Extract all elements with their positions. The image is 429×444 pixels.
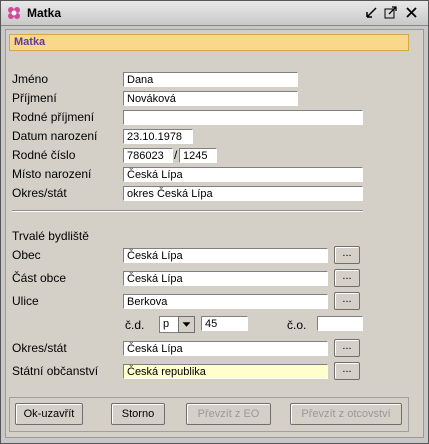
- cislo-orientacni-label: č.o.: [287, 318, 307, 332]
- button-bar: Ok-uzavřít Storno Převzít z EO Převzít z…: [9, 397, 409, 432]
- form-panel: Matka Jméno Dana Příjmení Nováková Rodné…: [5, 29, 424, 438]
- cislo-domu-type-select[interactable]: p: [159, 316, 179, 333]
- ulice-label: Ulice: [12, 294, 39, 308]
- cislo-orientacni-input[interactable]: [317, 316, 363, 331]
- ulice-browse-button[interactable]: ...: [334, 292, 360, 310]
- rodne-cislo-second-input[interactable]: 1245: [179, 148, 217, 163]
- misto-narozeni-label: Místo narození: [12, 167, 92, 181]
- ulice-input[interactable]: Berkova: [123, 294, 328, 309]
- cast-obce-input[interactable]: Česká Lípa: [123, 271, 328, 286]
- rodne-prijmeni-input[interactable]: [123, 110, 363, 125]
- maximize-icon[interactable]: [383, 5, 398, 20]
- datum-narozeni-label: Datum narození: [12, 129, 98, 143]
- statni-obcanstvi-input[interactable]: Česká republika: [123, 364, 328, 379]
- obec-input[interactable]: Česká Lípa: [123, 248, 328, 263]
- app-icon: [8, 7, 20, 19]
- close-icon[interactable]: [404, 5, 419, 20]
- obec-label: Obec: [12, 248, 41, 262]
- okres-stat-input[interactable]: okres Česká Lípa: [123, 186, 363, 201]
- obec-browse-button[interactable]: ...: [334, 246, 360, 264]
- section-header: Matka: [9, 34, 409, 51]
- cast-obce-browse-button[interactable]: ...: [334, 269, 360, 287]
- misto-narozeni-input[interactable]: Česká Lípa: [123, 167, 363, 182]
- cast-obce-label: Část obce: [12, 271, 67, 285]
- cislo-domu-input[interactable]: 45: [201, 316, 248, 331]
- prevzit-z-otcovstvi-button[interactable]: Převzít z otcovství: [290, 403, 402, 425]
- adresa-okres-label: Okres/stát: [12, 341, 67, 355]
- statni-obcanstvi-browse-button[interactable]: ...: [334, 362, 360, 380]
- adresa-okres-browse-button[interactable]: ...: [334, 339, 360, 357]
- ok-close-button[interactable]: Ok-uzavřít: [15, 403, 83, 425]
- window-title: Matka: [27, 6, 62, 20]
- statni-obcanstvi-label: Státní občanství: [12, 364, 99, 378]
- chevron-down-icon[interactable]: [178, 316, 195, 333]
- minimize-icon[interactable]: [364, 5, 379, 20]
- storno-button[interactable]: Storno: [111, 403, 165, 425]
- okres-stat-label: Okres/stát: [12, 186, 67, 200]
- adresa-okres-input[interactable]: Česká Lípa: [123, 341, 328, 356]
- title-bar: Matka: [1, 1, 428, 26]
- datum-narozeni-input[interactable]: 23.10.1978: [123, 129, 193, 144]
- window: Matka Matka Jméno Dana Příjmení Nováková…: [0, 0, 429, 444]
- section-title: Matka: [14, 36, 46, 48]
- jmeno-label: Jméno: [12, 72, 49, 86]
- cislo-domu-label: č.d.: [125, 318, 145, 332]
- prijmeni-label: Příjmení: [12, 91, 57, 105]
- rodne-prijmeni-label: Rodné příjmení: [12, 110, 95, 124]
- jmeno-input[interactable]: Dana: [123, 72, 298, 87]
- rodne-cislo-first-input[interactable]: 786023: [123, 148, 173, 163]
- separator: [12, 210, 363, 212]
- rodne-cislo-slash: /: [174, 148, 178, 162]
- prijmeni-input[interactable]: Nováková: [123, 91, 298, 106]
- prevzit-z-eo-button[interactable]: Převzít z EO: [186, 403, 271, 425]
- rodne-cislo-label: Rodné číslo: [12, 148, 76, 162]
- trvale-bydliste-heading: Trvalé bydliště: [12, 229, 89, 243]
